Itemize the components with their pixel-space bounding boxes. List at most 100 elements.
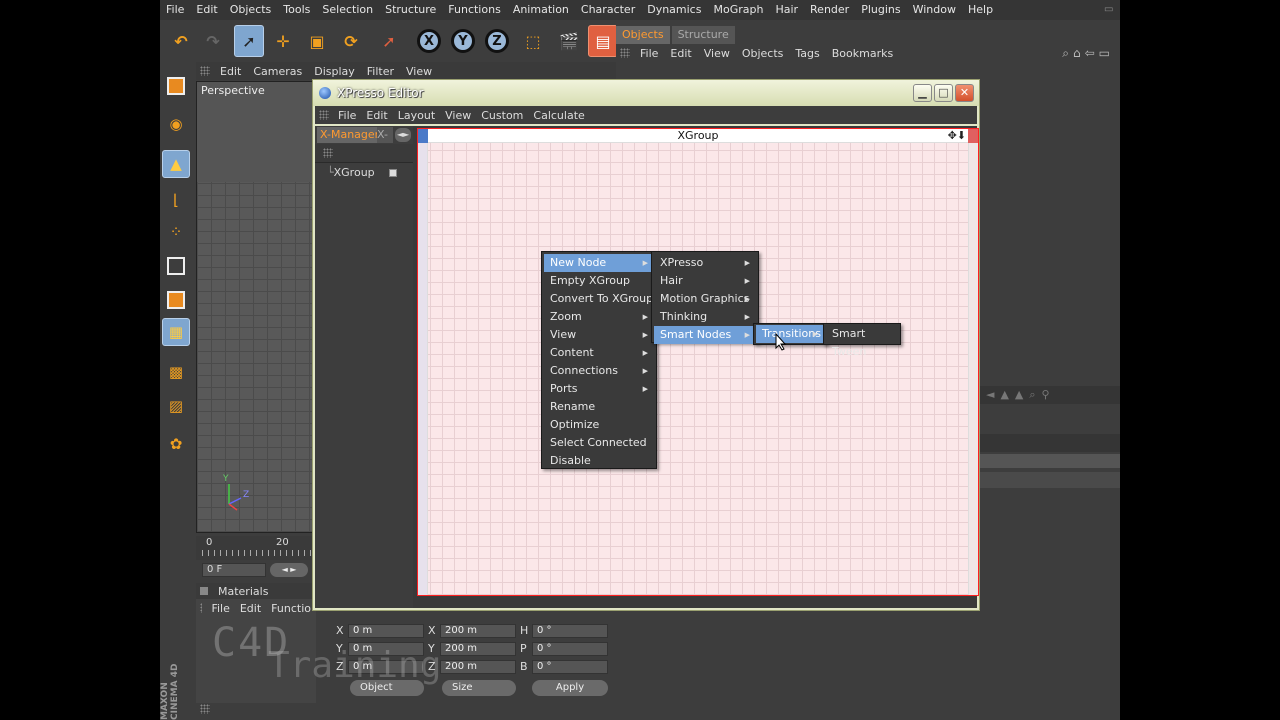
tab-scroll-icon[interactable]: ◄► <box>395 128 411 142</box>
menu-hair[interactable]: Hair <box>769 0 804 20</box>
objects-menu-bookmarks[interactable]: Bookmarks <box>826 47 899 60</box>
menu-item-xpresso[interactable]: XPresso ▶ <box>654 254 756 272</box>
xpresso-menu-layout[interactable]: Layout <box>393 109 440 122</box>
tab-objects[interactable]: Objects <box>616 26 670 44</box>
menu-item-transitions[interactable]: Transitions ▶ <box>756 325 824 343</box>
polygons-mode-icon[interactable] <box>162 286 190 314</box>
xpresso-titlebar[interactable]: XPresso Editor ▁ □ ✕ <box>313 80 979 106</box>
render-picture-icon[interactable]: ▤ <box>588 25 618 57</box>
coordinate-system-icon[interactable]: ⬚ <box>518 25 548 57</box>
model-tool-icon[interactable]: ◉ <box>162 110 190 138</box>
objects-menu-view[interactable]: View <box>698 47 736 60</box>
rotation-h-field[interactable]: 0 ° <box>532 624 608 638</box>
tree-item-checkbox[interactable] <box>388 169 397 177</box>
position-x-field[interactable]: 0 m <box>348 624 424 638</box>
menu-item-new-node[interactable]: New Node ▶ <box>544 254 654 272</box>
xpresso-menu-custom[interactable]: Custom <box>476 109 528 122</box>
menu-item-thinking-particles[interactable]: Thinking Particles▶ <box>654 308 756 341</box>
menu-item-rename[interactable]: Rename <box>544 398 654 416</box>
menu-plugins[interactable]: Plugins <box>855 0 906 20</box>
rotation-p-field[interactable]: 0 ° <box>532 642 608 656</box>
menu-item-convert-to-xgroup[interactable]: Convert To XGroup <box>544 290 654 308</box>
xgroup-titlebar[interactable]: XGroup ✥⬇ <box>418 129 978 143</box>
menu-window[interactable]: Window <box>907 0 962 20</box>
minimize-icon[interactable]: ▁ <box>913 84 932 102</box>
menu-selection[interactable]: Selection <box>316 0 379 20</box>
menu-item-ports[interactable]: Ports ▶ <box>544 380 654 398</box>
y-axis-button[interactable]: Y <box>448 25 478 57</box>
attribute-nav-icon[interactable]: ◄▲▲⌕⚲ <box>986 388 1056 402</box>
object-mode-icon[interactable]: ▲ <box>162 150 190 178</box>
attribute-scroll[interactable] <box>980 472 1120 488</box>
menu-item-view[interactable]: View ▶ <box>544 326 654 344</box>
apply-button[interactable]: Apply <box>532 680 608 696</box>
grip-icon[interactable] <box>200 704 210 714</box>
xpresso-menu-calculate[interactable]: Calculate <box>528 109 589 122</box>
menu-animation[interactable]: Animation <box>507 0 575 20</box>
window-restore-icon[interactable]: ▭ <box>1104 4 1116 15</box>
tab-structure[interactable]: Structure <box>671 26 735 44</box>
edges-mode-icon[interactable] <box>162 252 190 280</box>
menu-functions[interactable]: Functions <box>442 0 507 20</box>
objects-menu-objects[interactable]: Objects <box>736 47 790 60</box>
tab-xpool[interactable]: X-F <box>377 127 393 143</box>
objects-menu-file[interactable]: File <box>634 47 664 60</box>
undo-icon[interactable]: ↶ <box>166 25 196 57</box>
scale-icon[interactable]: ▣ <box>302 25 332 57</box>
objects-menu-edit[interactable]: Edit <box>664 47 697 60</box>
z-axis-button[interactable]: Z <box>482 25 512 57</box>
materials-menu-function[interactable]: Functio <box>266 602 316 615</box>
viewport-menu-filter[interactable]: Filter <box>361 65 400 78</box>
size-x-field[interactable]: 200 m <box>440 624 516 638</box>
grip-icon[interactable] <box>319 110 329 120</box>
menu-item-content[interactable]: Content ▶ <box>544 344 654 362</box>
tab-xmanager[interactable]: X-Manager <box>317 127 383 143</box>
grip-icon[interactable] <box>620 48 630 58</box>
grip-icon[interactable] <box>200 66 210 76</box>
menu-character[interactable]: Character <box>575 0 641 20</box>
coord-size-select[interactable]: Size <box>442 680 516 696</box>
viewport-menu-display[interactable]: Display <box>308 65 361 78</box>
timeline[interactable]: 0 20 <box>196 536 314 560</box>
layout-icon[interactable] <box>162 72 190 100</box>
menu-file[interactable]: File <box>160 0 190 20</box>
perspective-viewport[interactable]: Perspective Y Z <box>196 81 314 533</box>
size-z-field[interactable]: 200 m <box>440 660 516 674</box>
frame-stepper[interactable]: ◄ ► <box>270 563 308 577</box>
menu-item-smart-nodes[interactable]: Smart Nodes ▶ <box>654 326 756 344</box>
materials-menu-edit[interactable]: Edit <box>235 602 266 615</box>
close-icon[interactable]: ✕ <box>955 84 974 102</box>
menu-item-disable[interactable]: Disable <box>544 452 654 470</box>
workplane-icon[interactable]: ▩ <box>162 358 190 386</box>
menu-mograph[interactable]: MoGraph <box>707 0 769 20</box>
rotate-icon[interactable]: ⟳ <box>336 25 366 57</box>
menu-item-hair[interactable]: Hair ▶ <box>654 272 756 290</box>
texture-mode-icon[interactable]: ▦ <box>162 318 190 346</box>
menu-dynamics[interactable]: Dynamics <box>641 0 707 20</box>
move-zoom-icon[interactable]: ✥⬇ <box>948 129 966 143</box>
menu-objects[interactable]: Objects <box>224 0 278 20</box>
recent-tool-icon[interactable]: ➚ <box>374 25 404 57</box>
xpresso-menu-edit[interactable]: Edit <box>361 109 392 122</box>
menu-render[interactable]: Render <box>804 0 855 20</box>
points-mode-icon[interactable]: ⁘ <box>162 218 190 246</box>
render-view-icon[interactable]: 🎬 <box>554 25 584 57</box>
menu-item-connections[interactable]: Connections ▶ <box>544 362 654 380</box>
viewport-menu-view[interactable]: View <box>400 65 438 78</box>
size-y-field[interactable]: 200 m <box>440 642 516 656</box>
current-frame-field[interactable]: 0 F <box>202 563 266 577</box>
grip-icon[interactable] <box>200 603 203 613</box>
materials-menu-file[interactable]: File <box>206 602 234 615</box>
xpresso-menu-view[interactable]: View <box>440 109 476 122</box>
sculpt-icon[interactable]: ✿ <box>162 430 190 458</box>
tree-item-xgroup[interactable]: └XGroup <box>327 166 397 179</box>
search-icon[interactable]: ⌕⌂⇦▭ <box>1062 46 1114 61</box>
xpresso-menu-file[interactable]: File <box>333 109 361 122</box>
live-selection-icon[interactable]: ➚ <box>234 25 264 57</box>
menu-structure[interactable]: Structure <box>379 0 442 20</box>
menu-item-select-connected[interactable]: Select Connected <box>544 434 654 452</box>
menu-item-motion-graphics[interactable]: Motion Graphics ▶ <box>654 290 756 308</box>
xgroup-input-port[interactable] <box>418 129 428 143</box>
snap-icon[interactable]: ▨ <box>162 392 190 420</box>
viewport-menu-edit[interactable]: Edit <box>214 65 247 78</box>
